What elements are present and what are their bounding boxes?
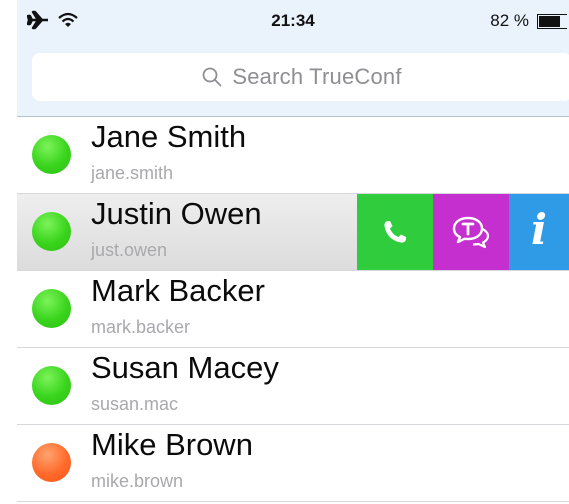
contact-login: jane.smith [91,163,174,183]
status-indicator-online [32,135,71,174]
contact-login: just.owen [91,240,168,260]
contact-list: Jane Smith jane.smith Justin Owen just.o… [17,117,569,502]
battery-icon [537,13,567,29]
phone-icon [384,221,406,243]
status-indicator-online [32,366,71,405]
contact-row[interactable]: Justin Owen just.owen i [17,194,569,271]
contact-name: Mike Brown [91,427,253,462]
contact-login: mike.brown [91,471,184,491]
contact-row[interactable]: Mark Backer mark.backer [17,271,569,348]
contact-name: Justin Owen [91,196,262,231]
search-input[interactable]: Search TrueConf [32,53,569,101]
contact-name: Mark Backer [91,273,265,308]
contact-row[interactable]: Jane Smith jane.smith [17,117,569,194]
call-button[interactable] [357,194,433,270]
status-indicator-online [32,212,71,251]
contact-row[interactable]: Susan Macey susan.mac [17,348,569,425]
info-button[interactable]: i [509,194,569,270]
chat-icon [452,216,490,249]
header: 21:34 82 % Search TrueConf [17,0,569,117]
contact-name: Jane Smith [91,119,247,154]
swipe-actions: i [357,194,569,270]
battery-percent: 82 % [490,11,529,30]
status-time: 21:34 [271,11,315,30]
search-icon [202,67,222,87]
status-indicator-online [32,289,71,328]
status-bar: 21:34 82 % [17,0,569,44]
contact-row[interactable]: Mike Brown mike.brown [17,425,569,502]
status-indicator-busy [32,443,71,482]
info-icon: i [531,205,547,254]
chat-button[interactable] [433,194,509,270]
contact-name: Susan Macey [91,350,279,385]
contact-login: mark.backer [91,317,191,337]
contact-login: susan.mac [91,394,179,414]
search-placeholder: Search TrueConf [232,64,402,89]
